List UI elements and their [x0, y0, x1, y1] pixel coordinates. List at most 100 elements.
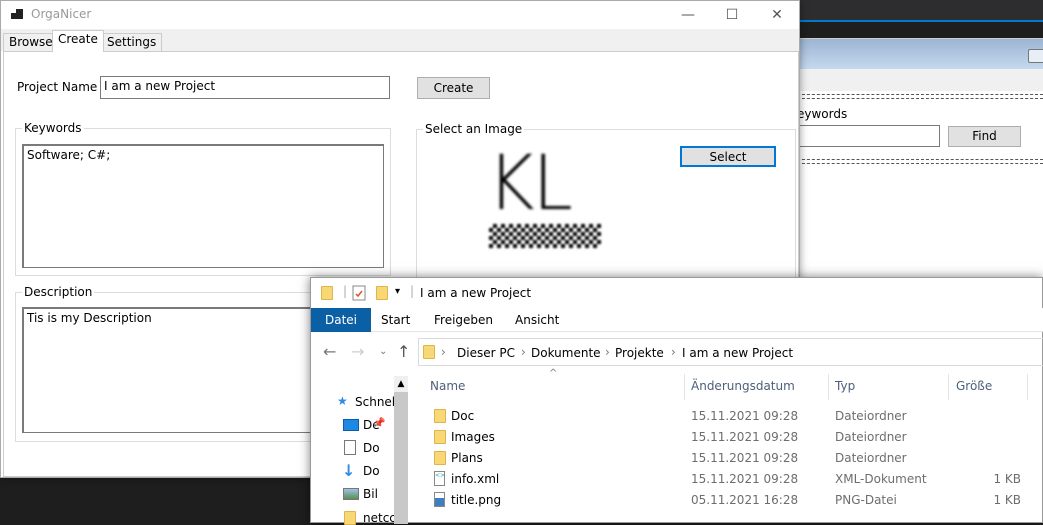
keywords-group: Keywords Software; C#;: [15, 121, 391, 276]
description-label: Description: [22, 285, 95, 299]
minimize-button[interactable]: [1028, 49, 1043, 63]
pictures-icon: [343, 488, 359, 500]
column-separator[interactable]: [948, 374, 949, 400]
create-button[interactable]: Create: [417, 77, 490, 99]
image-group: Select an Image KL Select: [416, 122, 796, 279]
separator: |: [343, 284, 348, 298]
scroll-up-icon[interactable]: ▲: [394, 376, 408, 392]
window-title: OrgaNicer: [31, 7, 92, 21]
xml-file-icon: <>: [434, 471, 445, 486]
breadcrumb-item[interactable]: Dokumente: [531, 346, 601, 360]
file-name: Plans: [451, 451, 483, 465]
column-header-name[interactable]: Name: [430, 379, 465, 393]
column-header-date[interactable]: Änderungsdatum: [691, 379, 795, 393]
file-name: title.png: [451, 493, 502, 507]
tab-browse[interactable]: Browse: [3, 33, 59, 51]
ribbon-tab-start[interactable]: Start: [367, 308, 424, 332]
tab-settings[interactable]: Settings: [101, 33, 163, 51]
recent-dropdown-icon[interactable]: ⌄: [379, 346, 387, 357]
file-date: 15.11.2021 09:28: [691, 409, 799, 423]
tab-strip: Browse Create Settings: [1, 29, 799, 52]
close-button[interactable]: ✕: [754, 1, 800, 29]
background-toolbar: [797, 69, 1043, 91]
nav-documents[interactable]: Do: [363, 441, 380, 455]
file-row[interactable]: Images 15.11.2021 09:28 Dateiordner: [431, 427, 1043, 448]
forward-arrow-icon[interactable]: →: [351, 342, 364, 361]
keywords-textarea[interactable]: Software; C#;: [22, 144, 384, 268]
ribbon-tab-ansicht[interactable]: Ansicht: [501, 308, 573, 332]
background-titlebar: [797, 0, 1043, 20]
file-date: 05.11.2021 16:28: [691, 493, 799, 507]
image-group-label: Select an Image: [423, 122, 525, 136]
download-icon: ↓: [342, 461, 356, 480]
file-row[interactable]: Doc 15.11.2021 09:28 Dateiordner: [431, 406, 1043, 427]
titlebar: OrgaNicer — ☐ ✕: [1, 1, 799, 29]
file-size: 1 KB: [993, 472, 1021, 486]
properties-icon[interactable]: [352, 285, 366, 301]
file-row[interactable]: <> info.xml 15.11.2021 09:28 XML-Dokument 1 …: [431, 469, 1043, 490]
file-date: 15.11.2021 09:28: [691, 451, 799, 465]
preview-image: KL: [487, 138, 573, 227]
file-row[interactable]: Plans 15.11.2021 09:28 Dateiordner: [431, 448, 1043, 469]
breadcrumb-item[interactable]: I am a new Project: [682, 346, 793, 360]
image-file-icon: [434, 492, 445, 507]
column-separator[interactable]: [828, 374, 829, 400]
breadcrumb-item[interactable]: Projekte: [615, 346, 664, 360]
file-explorer-window: | ▾ | I am a new Project Datei Start Fre…: [310, 277, 1043, 525]
background-window: eywords Find: [797, 38, 1043, 278]
chevron-right-icon: ›: [521, 345, 526, 359]
address-bar[interactable]: › Dieser PC › Dokumente › Projekte › I a…: [418, 338, 1043, 366]
folder-icon: [423, 345, 435, 359]
nav-quick-access[interactable]: Schnel: [355, 395, 395, 409]
preview-image-pattern: [489, 224, 601, 248]
background-accent-line: [797, 20, 1043, 22]
file-type: Dateiordner: [835, 409, 907, 423]
ribbon-tab-freigeben[interactable]: Freigeben: [420, 308, 507, 332]
ribbon-tabs: Datei Start Freigeben Ansicht: [311, 308, 1043, 332]
divider: [797, 159, 1043, 164]
divider: [797, 94, 1043, 99]
project-name-input[interactable]: I am a new Project: [100, 76, 390, 99]
file-row[interactable]: title.png 05.11.2021 16:28 PNG-Datei 1 KB: [431, 490, 1043, 511]
folder-icon: [434, 451, 446, 465]
document-icon: [344, 440, 356, 455]
breadcrumb-item[interactable]: Dieser PC: [457, 346, 515, 360]
app-icon: [11, 9, 23, 19]
file-date: 15.11.2021 09:28: [691, 472, 799, 486]
quick-access-dropdown-icon[interactable]: ▾: [395, 286, 400, 297]
back-arrow-icon[interactable]: ←: [323, 342, 336, 361]
tab-create[interactable]: Create: [52, 30, 104, 52]
maximize-button[interactable]: ☐: [709, 1, 755, 29]
folder-icon: [321, 286, 333, 300]
file-name: Images: [451, 430, 495, 444]
pin-icon: 📌: [373, 418, 386, 429]
separator: |: [410, 284, 415, 298]
folder-icon: [434, 430, 446, 444]
desktop-icon: [343, 419, 359, 431]
nav-pictures[interactable]: Bil: [363, 487, 378, 501]
select-image-button[interactable]: Select: [680, 146, 776, 167]
up-arrow-icon[interactable]: ↑: [397, 342, 410, 361]
column-separator[interactable]: [684, 374, 685, 400]
file-name: info.xml: [451, 472, 500, 486]
file-date: 15.11.2021 09:28: [691, 430, 799, 444]
column-header-type[interactable]: Typ: [835, 379, 855, 393]
column-separator[interactable]: [1027, 374, 1028, 400]
file-type: PNG-Datei: [835, 493, 897, 507]
file-type: Dateiordner: [835, 430, 907, 444]
nav-scrollbar[interactable]: [394, 376, 408, 524]
new-folder-icon[interactable]: [376, 286, 388, 300]
file-name: Doc: [451, 409, 475, 423]
minimize-button[interactable]: —: [665, 1, 711, 29]
project-name-label: Project Name: [17, 80, 98, 94]
ribbon-tab-datei[interactable]: Datei: [311, 308, 372, 332]
column-header-size[interactable]: Größe: [956, 379, 992, 393]
star-icon: ★: [337, 394, 348, 408]
nav-downloads[interactable]: Do: [363, 464, 380, 478]
find-button[interactable]: Find: [948, 126, 1021, 147]
file-type: Dateiordner: [835, 451, 907, 465]
background-window-titlebar: [797, 39, 1043, 69]
folder-icon: [434, 409, 446, 423]
sort-ascending-icon: ^: [549, 368, 558, 379]
keywords-search-input[interactable]: [797, 125, 940, 147]
